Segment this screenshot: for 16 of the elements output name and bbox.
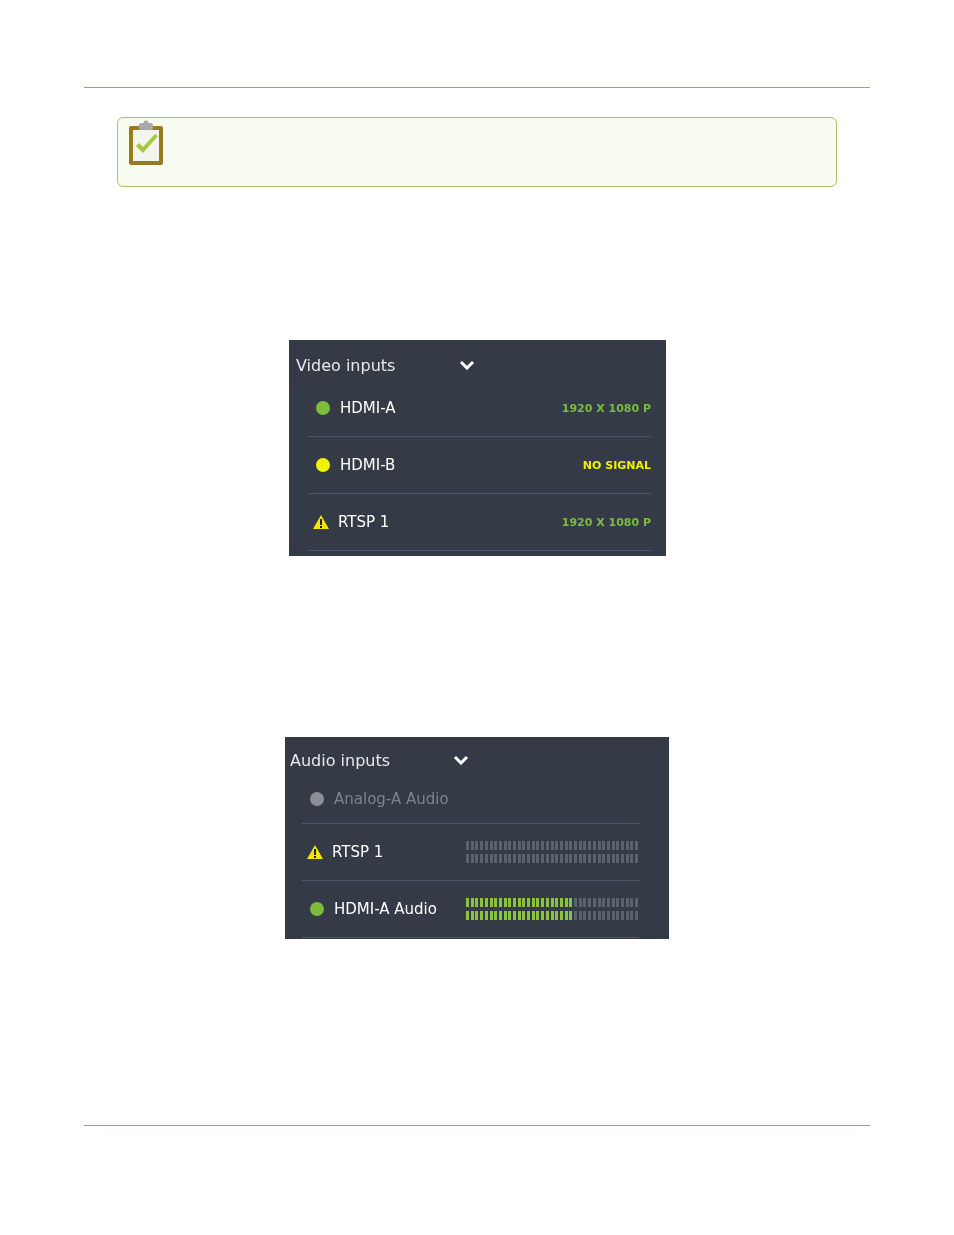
signal-status: 1920 X 1080 P: [561, 515, 651, 529]
input-name: Analog-A Audio: [334, 790, 449, 808]
clipboard-check-icon: [128, 120, 164, 166]
input-name: HDMI-A Audio: [334, 900, 437, 918]
input-name: HDMI-B: [340, 456, 396, 474]
panel-title: Audio inputs: [290, 750, 392, 770]
signal-status: NO SIGNAL: [582, 458, 651, 472]
warning-icon: [306, 844, 324, 860]
input-name: RTSP 1: [338, 513, 390, 531]
warning-icon: [312, 514, 330, 530]
chevron-down-icon[interactable]: [459, 360, 475, 370]
input-name: RTSP 1: [332, 843, 384, 861]
chevron-down-icon[interactable]: [453, 755, 469, 765]
input-name: HDMI-A: [340, 399, 396, 417]
panel-title: Video inputs: [296, 355, 397, 375]
signal-status: 1920 X 1080 P: [561, 401, 651, 415]
